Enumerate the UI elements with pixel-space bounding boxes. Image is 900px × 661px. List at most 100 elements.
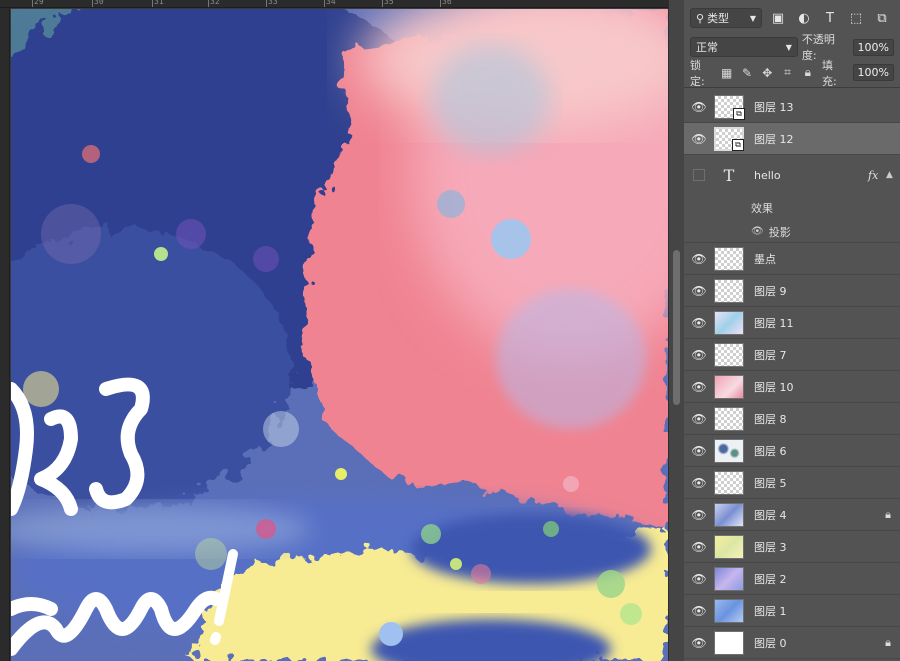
eye-icon[interactable]: 👁︎: [684, 572, 714, 586]
lock-fill-row: 锁定: ▦ ✎ ✥ ⌗ 🔒︎ 填充: 100%: [684, 58, 900, 88]
lock-icon[interactable]: 🔒︎: [876, 508, 900, 522]
eye-icon[interactable]: 👁︎: [751, 226, 764, 237]
eye-icon[interactable]: 👁︎: [684, 412, 714, 426]
layer-row-ink[interactable]: 👁︎ 墨点: [684, 243, 900, 275]
lock-label: 锁定:: [690, 58, 705, 88]
eye-icon[interactable]: 👁︎: [684, 316, 714, 330]
layer-name: 图层 9: [754, 284, 787, 298]
pixel-layer-filter-icon[interactable]: ▣: [768, 8, 788, 28]
layer-row-0[interactable]: 👁︎ 图层 0 🔒︎: [684, 627, 900, 659]
layer-name: 图层 12: [754, 132, 794, 146]
effects-row[interactable]: 效果: [684, 195, 900, 221]
effects-label: 效果: [751, 202, 773, 215]
blend-mode-value: 正常: [696, 41, 718, 54]
layer-thumbnail: ⧉: [714, 126, 744, 151]
blend-opacity-row: 正常 ▼ 不透明度: 100%: [684, 33, 900, 62]
ruler-label: 31: [154, 0, 164, 6]
eye-icon[interactable]: 👁︎: [684, 476, 714, 490]
fx-icon[interactable]: fx: [868, 169, 886, 182]
eye-icon[interactable]: 👁︎: [684, 508, 714, 522]
layer-name: 图层 13: [754, 100, 794, 114]
eye-icon[interactable]: 👁︎: [684, 604, 714, 618]
scrollbar-thumb[interactable]: [673, 250, 680, 405]
eye-icon[interactable]: 👁︎: [684, 380, 714, 394]
layer-row-5[interactable]: 👁︎ 图层 5: [684, 467, 900, 499]
shape-layer-filter-icon[interactable]: ⬚: [846, 8, 866, 28]
layer-row-10[interactable]: 👁︎ 图层 10: [684, 371, 900, 403]
layer-filter-select[interactable]: ⚲ 类型 ▼: [690, 8, 762, 28]
ruler-tick: [152, 0, 153, 7]
lock-transparent-pixels-icon[interactable]: ▦: [721, 66, 733, 80]
layer-name: 图层 6: [754, 444, 787, 458]
chevron-up-icon[interactable]: ▲: [886, 170, 900, 180]
fill-field[interactable]: 100%: [852, 64, 894, 81]
layer-thumbnail: ⧉: [714, 94, 745, 120]
eye-icon[interactable]: 👁︎: [684, 284, 714, 298]
ruler-tick: [92, 0, 93, 7]
layer-row-13[interactable]: 👁︎ ⧉ 图层 13: [684, 91, 900, 123]
layer-name: 图层 10: [754, 380, 794, 394]
layer-row-2[interactable]: 👁︎ 图层 2: [684, 563, 900, 595]
eye-icon[interactable]: 👁︎: [684, 540, 714, 554]
smart-object-filter-icon[interactable]: ⧉: [872, 8, 892, 28]
layer-name: 图层 11: [754, 316, 794, 330]
type-layer-filter-icon[interactable]: T: [820, 8, 840, 28]
layer-row-11[interactable]: 👁︎ 图层 11: [684, 307, 900, 339]
ruler-tick: [440, 0, 441, 7]
layer-name: 图层 1: [754, 604, 787, 618]
layer-name: 图层 4: [754, 508, 787, 522]
visibility-off-toggle[interactable]: [693, 169, 705, 181]
ruler-tick: [32, 0, 33, 7]
text-type-icon: T: [723, 165, 735, 185]
lock-all-icon[interactable]: 🔒︎: [802, 65, 814, 80]
chevron-down-icon: ▼: [785, 42, 792, 52]
eye-icon[interactable]: 👁︎: [684, 100, 714, 114]
lock-artboard-icon[interactable]: ⌗: [781, 65, 793, 80]
layer-row-6[interactable]: 👁︎ 图层 6: [684, 435, 900, 467]
ruler-tick: [382, 0, 383, 7]
drop-shadow-label: 投影: [768, 225, 791, 239]
layer-row-text-hello[interactable]: T hello fx ▲: [684, 155, 900, 195]
lock-image-pixels-icon[interactable]: ✎: [741, 66, 753, 80]
layer-thumbnail: [714, 470, 744, 495]
artwork-canvas[interactable]: [11, 9, 668, 661]
layer-thumbnail: [714, 534, 744, 559]
blend-mode-select[interactable]: 正常 ▼: [690, 37, 798, 57]
layer-row-7[interactable]: 👁︎ 图层 7: [684, 339, 900, 371]
layer-row-12-selected[interactable]: 👁︎ ⧉ 图层 12: [684, 123, 900, 155]
layer-name: 图层 2: [754, 572, 787, 586]
drop-shadow-row[interactable]: 👁︎ 投影: [684, 221, 900, 243]
ruler-label: 33: [268, 0, 278, 6]
opacity-field[interactable]: 100%: [852, 38, 894, 56]
layer-thumbnail: [714, 406, 744, 431]
layer-thumbnail: [714, 246, 744, 271]
canvas-scrollbar[interactable]: [668, 0, 684, 661]
layer-thumbnail: [714, 342, 744, 367]
eye-icon[interactable]: 👁︎: [684, 444, 714, 458]
lock-icon[interactable]: 🔒︎: [876, 636, 900, 650]
layer-row-9[interactable]: 👁︎ 图层 9: [684, 275, 900, 307]
layer-row-1[interactable]: 👁︎ 图层 1: [684, 595, 900, 627]
layer-row-8[interactable]: 👁︎ 图层 8: [684, 403, 900, 435]
filter-kind-label: 类型: [707, 12, 730, 25]
ruler-label: 29: [34, 0, 44, 6]
layer-name: 图层 8: [754, 412, 787, 426]
layer-name: hello: [754, 168, 781, 182]
adjustment-layer-filter-icon[interactable]: ◐: [794, 8, 814, 28]
layer-name: 图层 3: [754, 540, 787, 554]
fill-label: 填充:: [821, 58, 837, 88]
vertical-ruler: [0, 8, 10, 661]
layer-filter-row: ⚲ 类型 ▼ ▣ ◐ T ⬚ ⧉: [684, 0, 900, 36]
layer-row-4[interactable]: 👁︎ 图层 4 🔒︎: [684, 499, 900, 531]
ruler-label: 30: [94, 0, 104, 6]
layer-name: 图层 5: [754, 476, 787, 490]
eye-icon[interactable]: 👁︎: [684, 252, 714, 266]
layer-row-3[interactable]: 👁︎ 图层 3: [684, 531, 900, 563]
layer-name: 墨点: [754, 252, 776, 266]
eye-icon[interactable]: 👁︎: [684, 132, 714, 146]
lock-position-icon[interactable]: ✥: [761, 66, 773, 80]
eye-icon[interactable]: 👁︎: [684, 348, 714, 362]
canvas-area[interactable]: 29 30 31 32 33 34 35 36: [0, 0, 668, 661]
layers-panel: ⚲ 类型 ▼ ▣ ◐ T ⬚ ⧉ 正常 ▼ 不透明度: 100% 锁定: ▦ ✎…: [684, 0, 900, 661]
eye-icon[interactable]: 👁︎: [684, 636, 714, 650]
